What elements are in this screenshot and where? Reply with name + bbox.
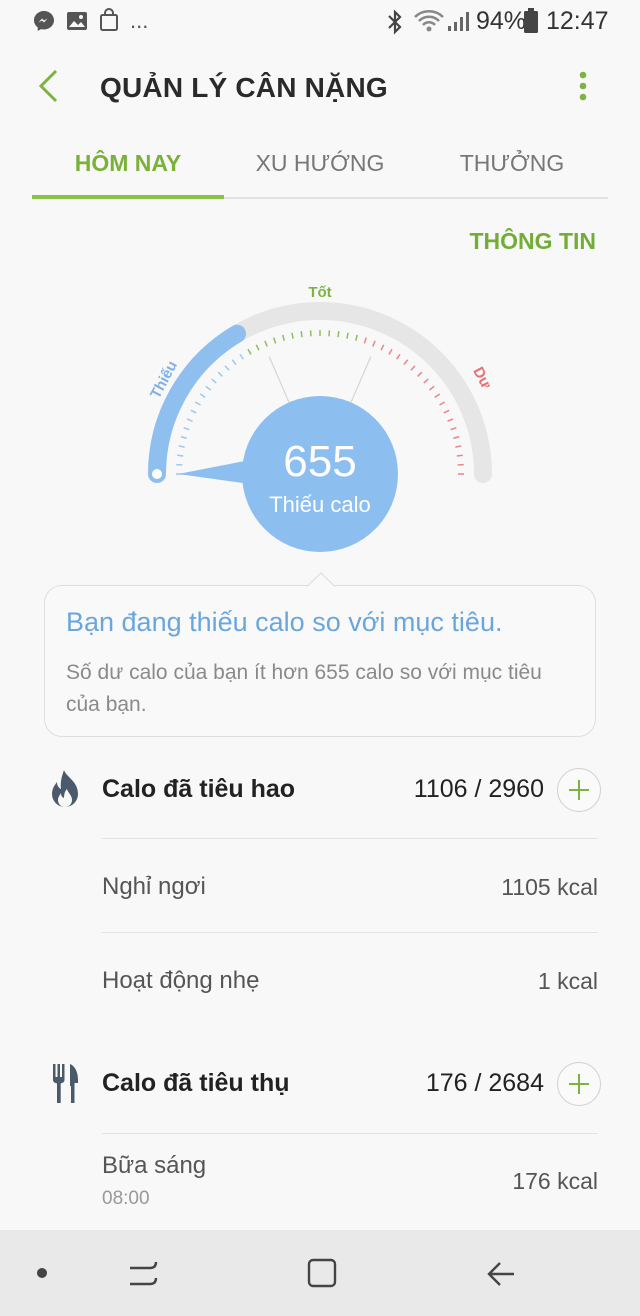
signal-icon [448,12,469,31]
dot-icon[interactable] [35,1266,49,1280]
gauge-tick [450,427,457,431]
gauge-tick [247,348,252,355]
gauge-tick [410,365,416,371]
gauge-tick [177,454,184,457]
gauge-tick [443,409,450,414]
wifi-icon [414,10,444,32]
burned-label: Calo đã tiêu hao [102,775,296,803]
tab-trends[interactable]: XU HƯỚNG [220,150,420,180]
gauge-tick [346,332,349,339]
gauge-tick [439,401,446,406]
gauge-tick [456,454,463,457]
divider [102,1133,598,1134]
fork-knife-icon [53,1064,78,1103]
back-icon[interactable] [486,1258,516,1288]
flame-icon [52,770,78,807]
gauge-tick [273,337,277,344]
calorie-gauge: Tốt Thiếu Dư 655 Thiếu calo [147,284,495,552]
gauge-knob [152,469,162,479]
gallery-icon [67,12,87,30]
shopping-bag-icon [100,8,118,31]
gauge-tick [194,401,201,406]
recents-icon[interactable] [126,1258,160,1288]
gauge-tick [199,393,206,398]
meal-time: 08:00 [102,1188,150,1209]
battery-icon [524,8,538,33]
gauge-tick [186,418,193,422]
gauge-tick [264,340,268,347]
tab-today[interactable]: HÔM NAY [28,150,228,180]
gauge-tick [211,378,217,384]
gauge-tick [363,337,367,344]
home-icon[interactable] [306,1257,338,1289]
gauge-pointer [178,460,250,484]
gauge-tick [455,445,462,448]
clock: 12:47 [546,6,609,35]
add-consumed-button[interactable] [557,1062,601,1106]
gauge-tick [372,340,376,347]
battery-percent: 94% [476,6,527,35]
gauge-tick [255,344,260,351]
gauge-tick [300,331,303,338]
burned-value: 1106 / 2960 [413,775,544,803]
gauge-guide-right [350,356,372,403]
gauge-tick [447,418,454,422]
gauge-label-high: Dư [469,364,494,391]
gauge-guide-left [268,356,290,403]
more-notifications: ... [130,8,149,33]
gauge-tick [396,353,401,360]
gauge-tick [291,332,294,339]
gauge-tick [282,334,286,341]
meal-value: 176 kcal [512,1168,598,1194]
gauge-tick [429,385,435,391]
gauge-tick [239,353,244,360]
gauge-tick [224,365,230,371]
burned-item-label: Hoạt động nhẹ [102,967,260,994]
more-vert-icon[interactable] [575,70,591,104]
bluetooth-icon [388,9,402,35]
gauge-tick [337,331,340,338]
gauge-tick [354,334,358,341]
gauge-tick [388,348,393,355]
gauge-tick [183,427,190,431]
gauge-tick [417,371,423,377]
gauge-tick [434,393,441,398]
page-title: QUẢN LÝ CÂN NẶNG [100,72,388,103]
divider [102,932,598,933]
gauge-tick [180,436,187,440]
gauge-tick [380,344,385,351]
meal-label: Bữa sáng [102,1152,207,1179]
navigation-bar [0,1230,640,1316]
burned-item-value: 1105 kcal [501,874,598,900]
gauge-tick [231,359,237,365]
back-arrow-icon[interactable] [36,68,62,104]
gauge-label-good: Tốt [308,284,331,301]
info-link[interactable]: THÔNG TIN [470,228,597,255]
gauge-tick [205,385,211,391]
gauge-value-label: Thiếu calo [269,492,371,517]
gauge-tick [190,409,197,414]
gauge-tick [217,371,223,377]
gauge-tick [178,445,185,448]
tab-rewards[interactable]: THƯỞNG [412,150,612,180]
add-burned-button[interactable] [557,768,601,812]
gauge-tick [453,436,460,440]
message-heading: Bạn đang thiếu calo so với mục tiêu. [66,607,503,637]
status-bar: ... 94% 12:47 [0,0,640,44]
consumed-label: Calo đã tiêu thụ [102,1069,290,1097]
gauge-tick [403,359,409,365]
burned-item-label: Nghỉ ngơi [102,873,206,900]
gauge-value: 655 [283,437,356,486]
consumed-value: 176 / 2684 [425,1069,544,1097]
burned-item-value: 1 kcal [537,968,598,994]
active-tab-indicator [32,195,224,199]
messenger-icon [34,11,54,31]
card-pointer [306,572,336,587]
message-body: Số dư calo của bạn ít hơn 655 calo so vớ… [66,661,542,716]
gauge-tick [423,378,429,384]
divider [102,838,598,839]
